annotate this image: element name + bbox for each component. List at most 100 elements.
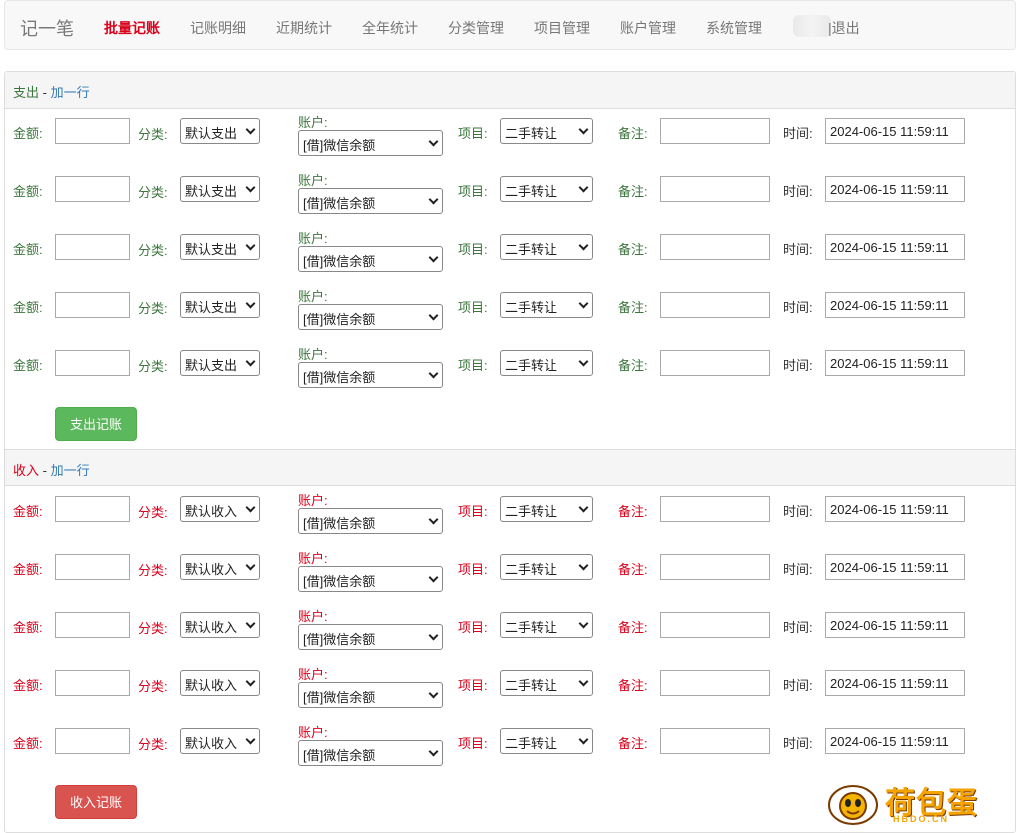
- nav-account-manage[interactable]: 账户管理: [620, 18, 676, 38]
- project-select-value: 二手转让: [505, 242, 558, 257]
- time-input[interactable]: 2024-06-15 11:59:11: [825, 670, 965, 696]
- project-select[interactable]: 二手转让: [500, 728, 593, 754]
- amount-input[interactable]: [55, 350, 130, 376]
- note-input[interactable]: [660, 728, 770, 754]
- project-select[interactable]: 二手转让: [500, 554, 593, 580]
- category-select[interactable]: 默认收入: [180, 670, 260, 696]
- amount-input[interactable]: [55, 728, 130, 754]
- time-input[interactable]: 2024-06-15 11:59:11: [825, 350, 965, 376]
- amount-label: 金额:: [13, 504, 43, 519]
- time-input[interactable]: 2024-06-15 11:59:11: [825, 118, 965, 144]
- category-select[interactable]: 默认收入: [180, 728, 260, 754]
- nav-recent-stats[interactable]: 近期统计: [276, 18, 332, 38]
- chevron-down-icon: [578, 618, 589, 629]
- amount-input[interactable]: [55, 496, 130, 522]
- chevron-down-icon: [578, 502, 589, 513]
- time-value: 2024-06-15 11:59:11: [830, 356, 949, 371]
- chevron-down-icon: [428, 310, 439, 321]
- time-input[interactable]: 2024-06-15 11:59:11: [825, 554, 965, 580]
- note-input[interactable]: [660, 234, 770, 260]
- time-input[interactable]: 2024-06-15 11:59:11: [825, 496, 965, 522]
- note-input[interactable]: [660, 292, 770, 318]
- account-select[interactable]: [借]微信余额: [298, 624, 443, 650]
- project-select[interactable]: 二手转让: [500, 176, 593, 202]
- amount-input[interactable]: [55, 292, 130, 318]
- nav-yearly-stats[interactable]: 全年统计: [362, 18, 418, 38]
- time-input[interactable]: 2024-06-15 11:59:11: [825, 234, 965, 260]
- amount-label: 金额:: [13, 358, 43, 373]
- note-input[interactable]: [660, 496, 770, 522]
- nav-entry-details[interactable]: 记账明细: [190, 18, 246, 38]
- expense-add-row-link[interactable]: 加一行: [51, 85, 90, 100]
- project-label: 项目:: [458, 242, 488, 257]
- nav-category-manage[interactable]: 分类管理: [448, 18, 504, 38]
- time-label: 时间:: [783, 620, 813, 635]
- category-select[interactable]: 默认支出: [180, 350, 260, 376]
- account-select[interactable]: [借]微信余额: [298, 188, 443, 214]
- category-select[interactable]: 默认收入: [180, 554, 260, 580]
- time-input[interactable]: 2024-06-15 11:59:11: [825, 292, 965, 318]
- category-select-value: 默认收入: [185, 620, 238, 635]
- project-select[interactable]: 二手转让: [500, 496, 593, 522]
- note-input[interactable]: [660, 350, 770, 376]
- account-label: 账户:: [298, 231, 328, 246]
- expense-submit-button[interactable]: 支出记账: [55, 407, 137, 441]
- account-select[interactable]: [借]微信余额: [298, 740, 443, 766]
- category-select[interactable]: 默认支出: [180, 234, 260, 260]
- logout-link[interactable]: |退出: [828, 18, 860, 38]
- category-select[interactable]: 默认收入: [180, 496, 260, 522]
- category-select-value: 默认支出: [185, 242, 238, 257]
- time-input[interactable]: 2024-06-15 11:59:11: [825, 612, 965, 638]
- amount-label: 金额:: [13, 300, 43, 315]
- chevron-down-icon: [245, 298, 256, 309]
- account-select-value: [借]微信余额: [303, 254, 376, 269]
- chevron-down-icon: [428, 688, 439, 699]
- project-select[interactable]: 二手转让: [500, 350, 593, 376]
- category-select[interactable]: 默认支出: [180, 118, 260, 144]
- account-select[interactable]: [借]微信余额: [298, 362, 443, 388]
- amount-input[interactable]: [55, 670, 130, 696]
- income-submit-button[interactable]: 收入记账: [55, 785, 137, 819]
- nav-project-manage[interactable]: 项目管理: [534, 18, 590, 38]
- time-value: 2024-06-15 11:59:11: [830, 298, 949, 313]
- account-select[interactable]: [借]微信余额: [298, 130, 443, 156]
- chevron-down-icon: [578, 182, 589, 193]
- note-input[interactable]: [660, 612, 770, 638]
- account-select[interactable]: [借]微信余额: [298, 246, 443, 272]
- nav-batch-entry[interactable]: 批量记账: [104, 18, 160, 38]
- category-select-value: 默认收入: [185, 678, 238, 693]
- note-input[interactable]: [660, 670, 770, 696]
- amount-input[interactable]: [55, 118, 130, 144]
- income-add-row-link[interactable]: 加一行: [51, 463, 90, 478]
- note-input[interactable]: [660, 554, 770, 580]
- account-select-value: [借]微信余额: [303, 138, 376, 153]
- account-select[interactable]: [借]微信余额: [298, 682, 443, 708]
- note-input[interactable]: [660, 176, 770, 202]
- brand-title[interactable]: 记一笔: [20, 15, 74, 41]
- category-select[interactable]: 默认收入: [180, 612, 260, 638]
- account-select[interactable]: [借]微信余额: [298, 566, 443, 592]
- account-label: 账户:: [298, 551, 328, 566]
- project-select[interactable]: 二手转让: [500, 292, 593, 318]
- project-select[interactable]: 二手转让: [500, 234, 593, 260]
- entry-row: 金额: 分类: 默认支出 账户: [借]微信余额 项目: 二手转让 备注: 时间: 2024-06…: [5, 283, 1015, 341]
- project-select[interactable]: 二手转让: [500, 118, 593, 144]
- amount-input[interactable]: [55, 176, 130, 202]
- category-select[interactable]: 默认支出: [180, 292, 260, 318]
- account-select[interactable]: [借]微信余额: [298, 508, 443, 534]
- amount-input[interactable]: [55, 612, 130, 638]
- time-input[interactable]: 2024-06-15 11:59:11: [825, 728, 965, 754]
- egg-mascot-icon: [828, 785, 878, 825]
- heading-separator: -: [39, 463, 51, 478]
- amount-input[interactable]: [55, 554, 130, 580]
- time-label: 时间:: [783, 562, 813, 577]
- category-select[interactable]: 默认支出: [180, 176, 260, 202]
- nav-system-manage[interactable]: 系统管理: [706, 18, 762, 38]
- time-input[interactable]: 2024-06-15 11:59:11: [825, 176, 965, 202]
- project-select[interactable]: 二手转让: [500, 612, 593, 638]
- amount-input[interactable]: [55, 234, 130, 260]
- account-select[interactable]: [借]微信余额: [298, 304, 443, 330]
- time-value: 2024-06-15 11:59:11: [830, 240, 949, 255]
- note-input[interactable]: [660, 118, 770, 144]
- project-select[interactable]: 二手转让: [500, 670, 593, 696]
